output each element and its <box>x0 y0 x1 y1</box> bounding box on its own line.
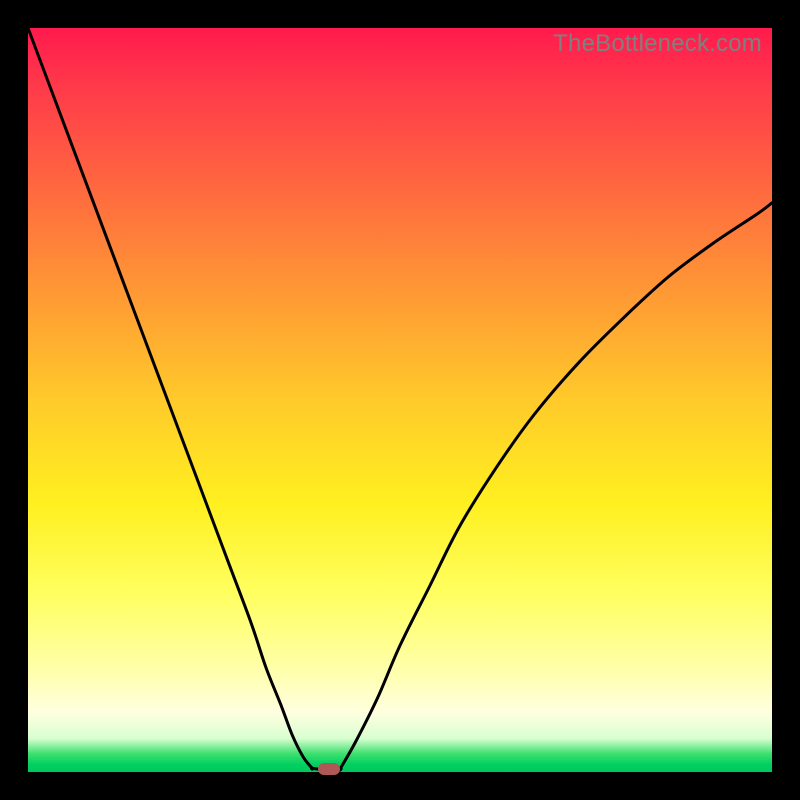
bottleneck-curve <box>28 28 772 772</box>
curve-path <box>28 28 772 770</box>
outer-frame: TheBottleneck.com <box>0 0 800 800</box>
optimum-marker <box>318 763 340 775</box>
plot-area: TheBottleneck.com <box>28 28 772 772</box>
